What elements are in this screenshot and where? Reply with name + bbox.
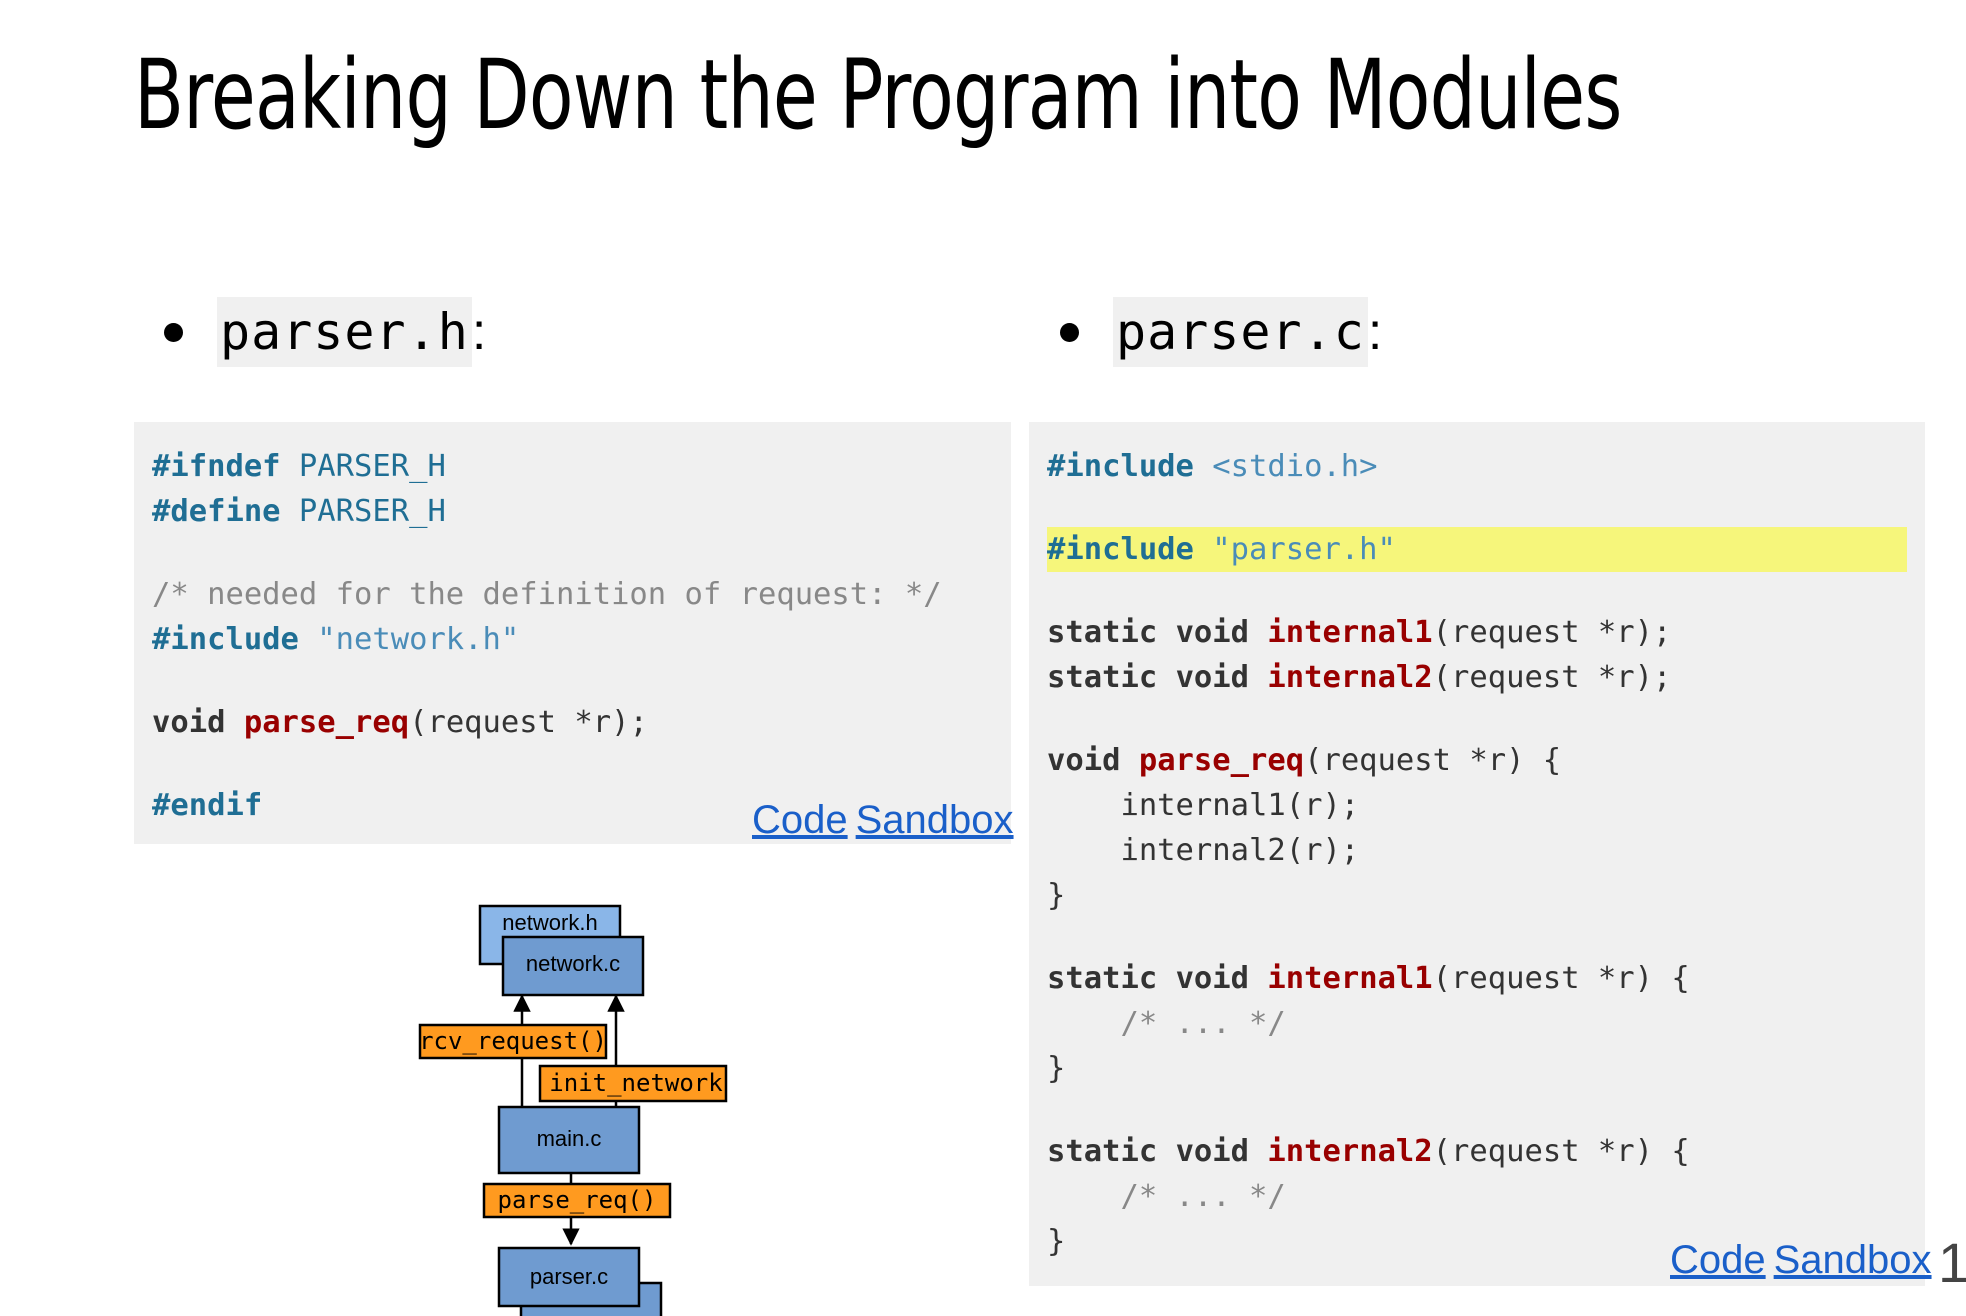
function-rcv-request-label: rcv_request() [419,1027,607,1055]
module-main-c-label: main.c [537,1126,602,1151]
module-parser-c-label: parser.c [530,1264,608,1289]
function-init-network-label: init_network [549,1069,723,1097]
function-parse-req-label: parse_req() [498,1186,657,1214]
module-diagram: network.h network.c rcv_request() init_n… [418,904,728,1316]
module-network-c-label: network.c [526,951,620,976]
module-network-h-label: network.h [502,910,597,935]
